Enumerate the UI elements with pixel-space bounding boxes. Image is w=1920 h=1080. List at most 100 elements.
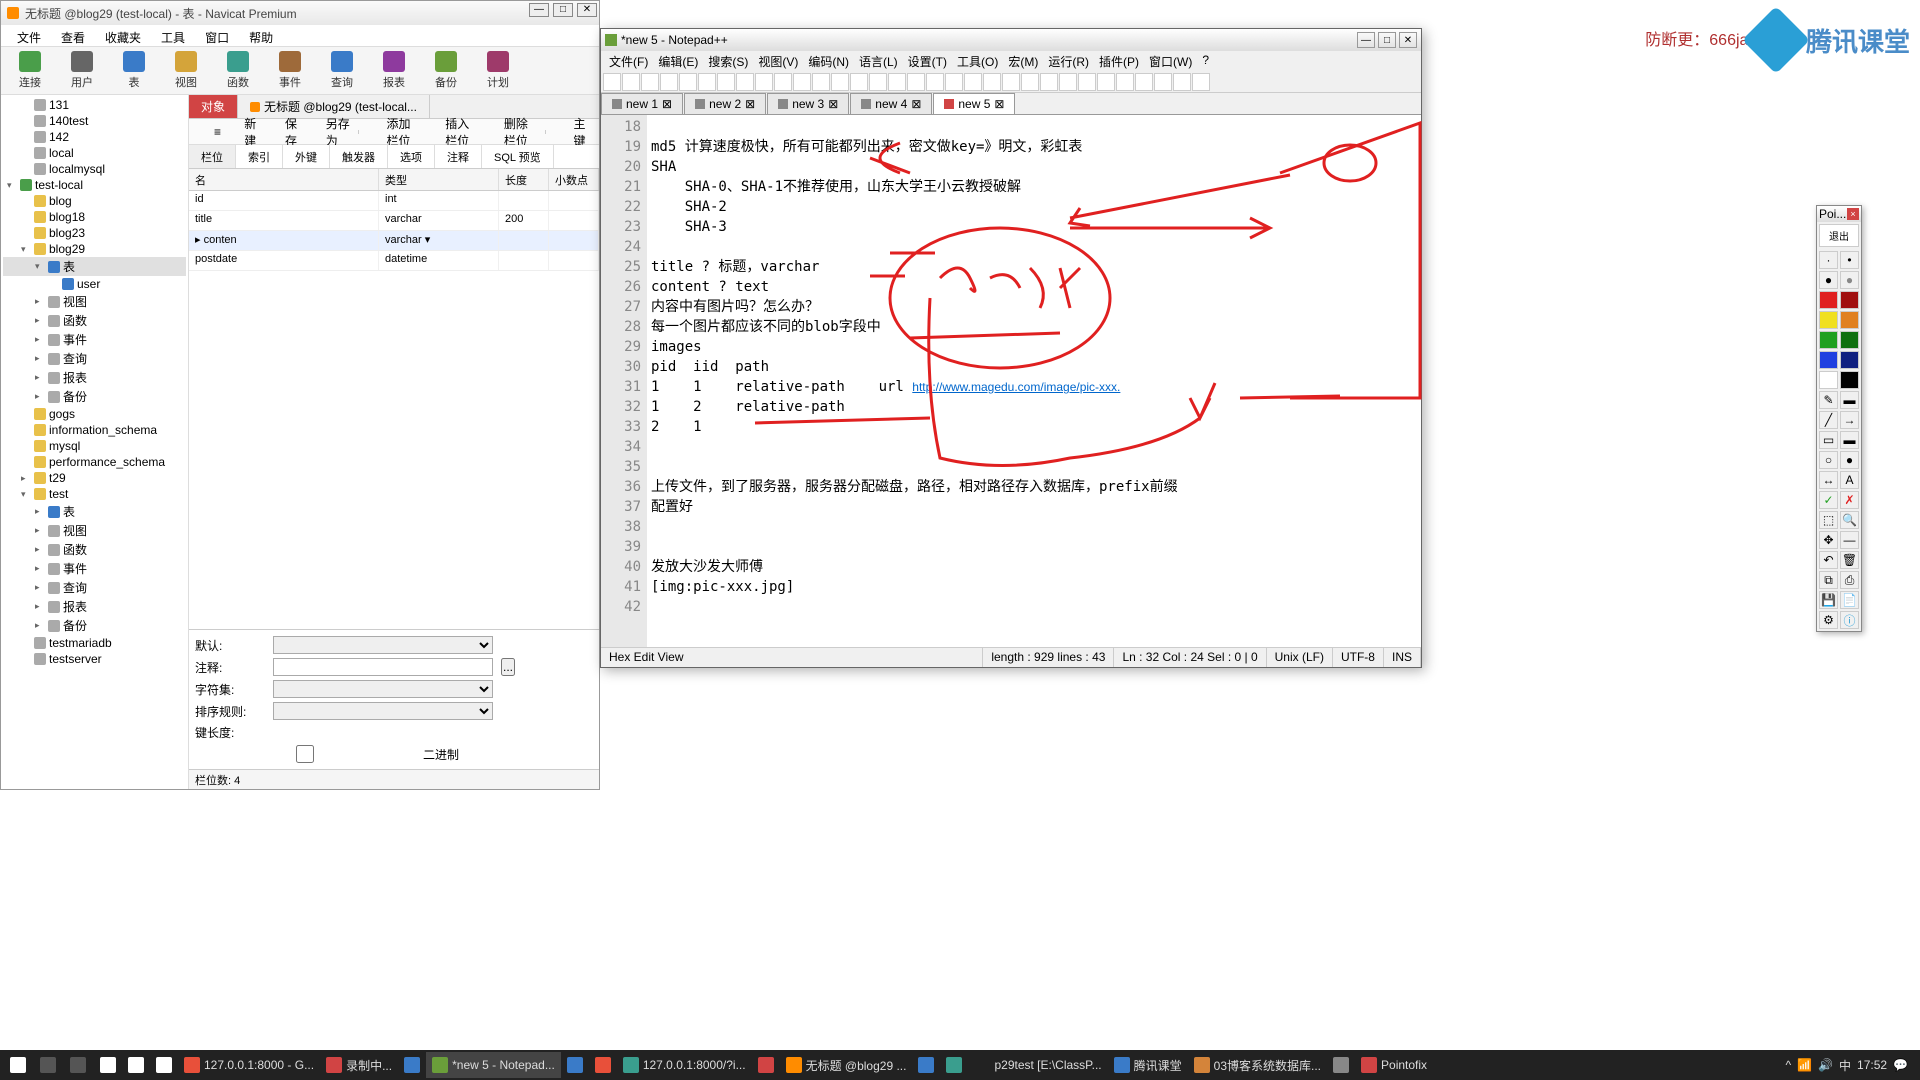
tree-t29[interactable]: ▸t29 [3, 470, 186, 486]
color-black[interactable] [1840, 371, 1859, 389]
npp-toolbar-button[interactable] [850, 73, 868, 91]
tree-报表[interactable]: ▸报表 [3, 368, 186, 387]
npp-editor[interactable]: 18 19 20 21 22 23 24 25 26 27 28 29 30 3… [601, 115, 1421, 647]
npp-toolbar-button[interactable] [983, 73, 1001, 91]
npp-tab-new 2[interactable]: new 2⊠ [684, 93, 766, 114]
tool-info-icon[interactable]: ⓘ [1840, 611, 1859, 629]
subtab-索引[interactable]: 索引 [236, 145, 283, 168]
npp-toolbar-button[interactable] [1173, 73, 1191, 91]
col-header-小数点[interactable]: 小数点 [549, 169, 599, 190]
tree-131[interactable]: 131 [3, 97, 186, 113]
tool-copy-icon[interactable]: ⧉ [1819, 571, 1838, 589]
menu-查看[interactable]: 查看 [53, 27, 93, 44]
tab-close-icon[interactable]: ⊠ [662, 97, 672, 111]
binary-checkbox[interactable] [195, 745, 415, 763]
pofix-close-button[interactable]: × [1847, 208, 1859, 220]
npp-toolbar-button[interactable] [964, 73, 982, 91]
taskbar-item[interactable]: 录制中... [320, 1052, 398, 1078]
tool-rect-fill-icon[interactable]: ▬ [1840, 431, 1859, 449]
npp-menu-item[interactable]: 视图(V) [754, 52, 802, 70]
toolbar-报表[interactable]: 报表 [369, 51, 419, 90]
pointofix-palette[interactable]: Poi... × 退出 · • ● ● ✎ ▬ ╱ → ▭ ▬ ○ ● ↔ A … [1816, 205, 1862, 632]
npp-toolbar-button[interactable] [1116, 73, 1134, 91]
tree-视图[interactable]: ▸视图 [3, 521, 186, 540]
shape-dot-icon[interactable]: • [1840, 251, 1859, 269]
tool-double-arrow-icon[interactable]: ↔ [1819, 471, 1838, 489]
tree-blog[interactable]: blog [3, 193, 186, 209]
npp-toolbar-button[interactable] [660, 73, 678, 91]
taskbar-item[interactable]: 无标题 @blog29 ... [780, 1052, 913, 1078]
tree-表[interactable]: ▾表 [3, 257, 186, 276]
toolbar-查询[interactable]: 查询 [317, 51, 367, 90]
tree-事件[interactable]: ▸事件 [3, 559, 186, 578]
npp-toolbar-button[interactable] [1097, 73, 1115, 91]
subtab-SQL 预览[interactable]: SQL 预览 [482, 145, 554, 168]
close-button[interactable]: ✕ [577, 3, 597, 17]
npp-tab-new 1[interactable]: new 1⊠ [601, 93, 683, 114]
tree-查询[interactable]: ▸查询 [3, 349, 186, 368]
npp-toolbar-button[interactable] [1040, 73, 1058, 91]
toolbar-备份[interactable]: 备份 [421, 51, 471, 90]
npp-toolbar-button[interactable] [736, 73, 754, 91]
taskbar-item[interactable]: Pointofix [1355, 1052, 1433, 1078]
color-green[interactable] [1819, 331, 1838, 349]
npp-toolbar-button[interactable] [1135, 73, 1153, 91]
subtab-注释[interactable]: 注释 [435, 145, 482, 168]
tree-blog23[interactable]: blog23 [3, 225, 186, 241]
taskbar-item[interactable]: *new 5 - Notepad... [426, 1052, 561, 1078]
pofix-exit-button[interactable]: 退出 [1819, 224, 1859, 247]
taskbar-item[interactable] [912, 1052, 940, 1078]
clock[interactable]: 17:52 [1857, 1058, 1887, 1072]
tree-blog29[interactable]: ▾blog29 [3, 241, 186, 257]
tree-函数[interactable]: ▸函数 [3, 311, 186, 330]
npp-tab-new 5[interactable]: new 5⊠ [933, 93, 1015, 114]
subtb-≡[interactable]: ≡ [193, 123, 225, 141]
color-white[interactable] [1819, 371, 1838, 389]
npp-titlebar[interactable]: *new 5 - Notepad++ — □ ✕ [601, 29, 1421, 51]
col-header-名[interactable]: 名 [189, 169, 379, 190]
npp-menu-item[interactable]: 窗口(W) [1145, 52, 1196, 70]
tree-performance_schema[interactable]: performance_schema [3, 454, 186, 470]
npp-menu-item[interactable]: 语言(L) [855, 52, 902, 70]
default-select[interactable] [273, 636, 493, 654]
tool-crop-icon[interactable]: ⬚ [1819, 511, 1838, 529]
start-button[interactable] [4, 1052, 32, 1078]
tree-报表[interactable]: ▸报表 [3, 597, 186, 616]
npp-toolbar-button[interactable] [926, 73, 944, 91]
tray-ime-icon[interactable]: 中 [1839, 1057, 1851, 1074]
grid-row[interactable]: idint [189, 191, 599, 211]
tool-text-icon[interactable]: A [1840, 471, 1859, 489]
tree-testmariadb[interactable]: testmariadb [3, 635, 186, 651]
tree-142[interactable]: 142 [3, 129, 186, 145]
tool-cross-icon[interactable]: ✗ [1840, 491, 1859, 509]
tool-save-icon[interactable]: 💾 [1819, 591, 1838, 609]
tool-move-icon[interactable]: ✥ [1819, 531, 1838, 549]
tree-mysql[interactable]: mysql [3, 438, 186, 454]
npp-toolbar-button[interactable] [869, 73, 887, 91]
npp-toolbar-button[interactable] [831, 73, 849, 91]
npp-toolbar-button[interactable] [793, 73, 811, 91]
code-area[interactable]: md5 计算速度极快，所有可能都列出来，密文做key=》明文，彩虹表 SHA S… [647, 115, 1421, 647]
toolbar-函数[interactable]: 函数 [213, 51, 263, 90]
shape-circle-gray-icon[interactable]: ● [1840, 271, 1859, 289]
subtab-栏位[interactable]: 栏位 [189, 145, 236, 168]
npp-toolbar-button[interactable] [945, 73, 963, 91]
tree-备份[interactable]: ▸备份 [3, 616, 186, 635]
tree-user[interactable]: user [3, 276, 186, 292]
col-header-长度[interactable]: 长度 [499, 169, 549, 190]
tool-highlighter-icon[interactable]: ▬ [1840, 391, 1859, 409]
npp-tab-new 3[interactable]: new 3⊠ [767, 93, 849, 114]
tool-check-icon[interactable]: ✓ [1819, 491, 1838, 509]
tray-volume-icon[interactable]: 🔊 [1818, 1058, 1833, 1072]
toolbar-表[interactable]: 表 [109, 51, 159, 90]
taskbar-item[interactable]: 03博客系统数据库... [1188, 1052, 1327, 1078]
subtab-选项[interactable]: 选项 [388, 145, 435, 168]
navicat-titlebar[interactable]: 无标题 @blog29 (test-local) - 表 - Navicat P… [1, 1, 599, 25]
tool-save2-icon[interactable]: 📄 [1840, 591, 1859, 609]
tool-zoom-icon[interactable]: 🔍 [1840, 511, 1859, 529]
tool-trash-icon[interactable]: 🗑 [1840, 551, 1859, 569]
toolbar-连接[interactable]: 连接 [5, 51, 55, 90]
tree-local[interactable]: local [3, 145, 186, 161]
npp-toolbar-button[interactable] [755, 73, 773, 91]
npp-close-button[interactable]: ✕ [1399, 32, 1417, 48]
